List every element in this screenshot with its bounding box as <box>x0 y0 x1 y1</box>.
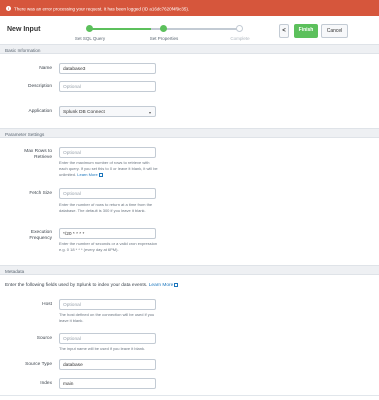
host-help: The host defined on the connection will … <box>59 312 155 324</box>
fetch-size-help: Enter the number of rows to return at a … <box>59 202 153 214</box>
cancel-button[interactable]: Cancel <box>321 24 348 38</box>
metadata-intro: Enter the following fields used by Splun… <box>5 282 195 289</box>
step-label-sql: Set SQL Query <box>74 36 106 41</box>
source-help: The input name will be used if you leave… <box>59 346 146 351</box>
execution-frequency-label: Execution Frequency <box>29 230 52 241</box>
page-title: New Input <box>7 26 41 33</box>
description-label: Description <box>28 84 52 89</box>
source-type-field[interactable]: database <box>59 359 156 370</box>
step-label-complete: Complete <box>230 36 250 41</box>
section-parameter-settings: Parameter Settings <box>0 128 379 138</box>
source-type-label: Source Type <box>25 362 52 367</box>
wizard-steps: Set SQL Query Set Properties Complete <box>60 20 260 44</box>
section-basic-information: Basic Information <box>0 44 379 54</box>
section-metadata: Metadata <box>0 265 379 275</box>
bottom-divider <box>0 395 379 396</box>
description-field[interactable]: Optional <box>59 81 156 92</box>
chevron-down-icon: ▾ <box>148 109 151 115</box>
step-dot-complete <box>236 25 243 32</box>
fetch-size-label: Fetch Size <box>29 191 52 196</box>
name-label: Name <box>39 66 52 71</box>
error-message: There was an error processing your reque… <box>14 6 190 12</box>
application-label: Application <box>28 109 52 114</box>
application-select[interactable]: Splunk DB Connect ▾ <box>59 106 156 117</box>
execution-frequency-field[interactable]: */20 * * * * <box>59 228 156 239</box>
host-label: Host <box>42 302 52 307</box>
error-icon: ! <box>6 6 11 12</box>
external-link-icon <box>98 173 103 178</box>
fetch-size-field[interactable]: Optional <box>59 188 156 199</box>
name-field[interactable]: database3 <box>59 63 156 74</box>
previous-button[interactable]: < <box>279 24 289 38</box>
max-rows-help-text: Enter the maximum number of rows to retr… <box>59 160 158 178</box>
max-rows-field[interactable]: Optional <box>59 147 156 158</box>
step-label-properties: Set Properties <box>149 36 179 41</box>
external-link-icon <box>174 282 179 287</box>
source-field[interactable]: Optional <box>59 333 156 344</box>
host-field[interactable]: Optional <box>59 299 156 310</box>
error-banner: ! There was an error processing your requ… <box>0 0 379 16</box>
application-value: Splunk DB Connect <box>63 109 105 115</box>
metadata-intro-text: Enter the following fields used by Splun… <box>5 283 148 288</box>
source-label: Source <box>36 336 52 341</box>
max-rows-help: Enter the maximum number of rows to retr… <box>59 160 159 179</box>
execution-frequency-help: Enter the number of seconds or a valid c… <box>59 241 158 253</box>
metadata-learn-more-link[interactable]: Learn More <box>149 283 174 288</box>
step-line-done <box>89 28 151 30</box>
finish-button[interactable]: Finish <box>294 24 318 38</box>
step-dot-sql <box>86 25 93 32</box>
step-dot-properties <box>160 25 167 32</box>
max-rows-label: Max Rows to Retrieve <box>24 149 52 160</box>
index-label: Index <box>40 381 52 386</box>
index-field[interactable]: main <box>59 378 156 389</box>
max-rows-learn-more-link[interactable]: Learn More <box>77 172 97 177</box>
